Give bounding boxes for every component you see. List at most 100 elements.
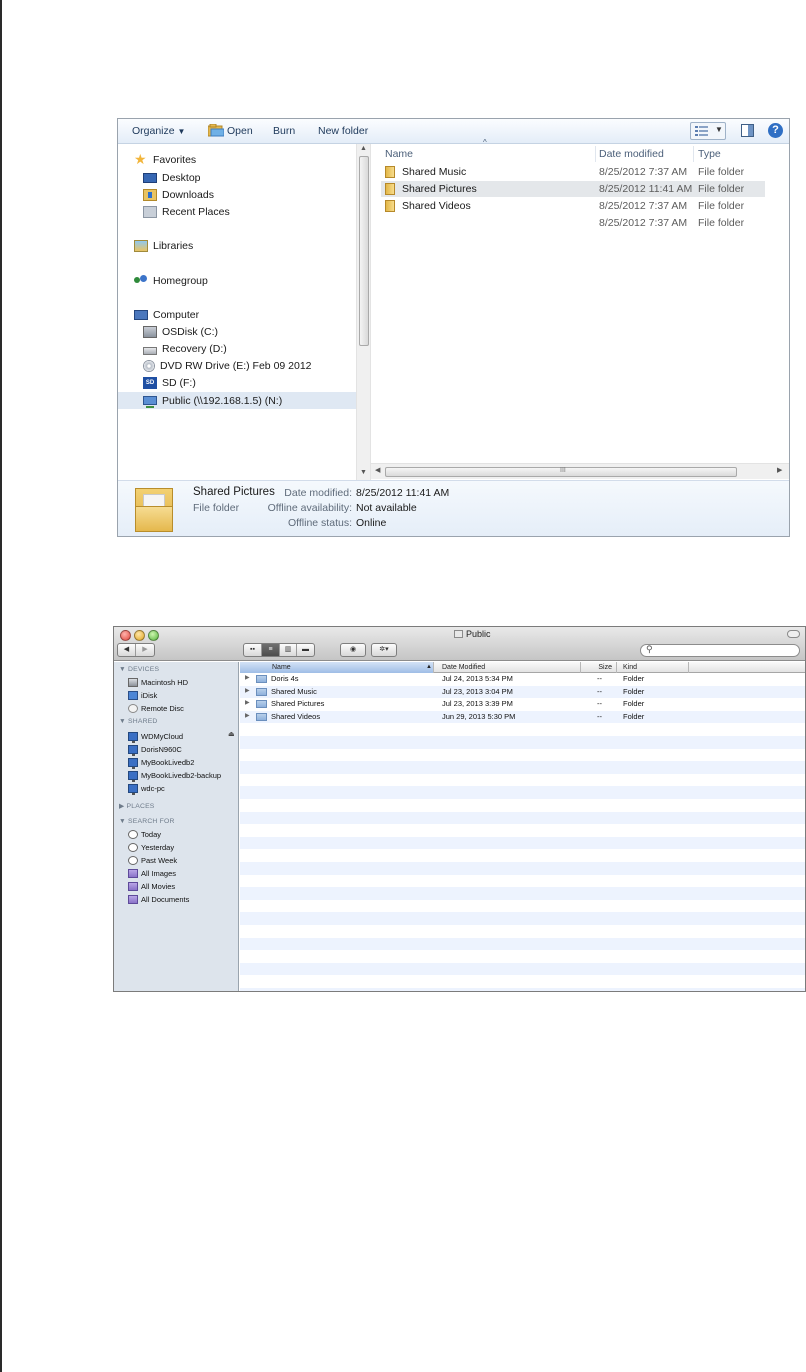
toolbar-toggle-icon[interactable] <box>787 630 800 638</box>
column-separator[interactable] <box>693 146 694 162</box>
list-view-icon[interactable]: ≡ <box>262 644 280 656</box>
sidebar-item-dorisn960c[interactable]: DorisN960C <box>128 743 182 756</box>
nav-favorites[interactable]: Favorites <box>134 151 196 168</box>
column-date-header[interactable]: Date Modified <box>434 662 581 673</box>
organize-menu[interactable]: Organize ▼ <box>132 125 185 137</box>
file-row[interactable]: Shared Videos 8/25/2012 7:37 AM File fol… <box>381 198 765 214</box>
disclosure-triangle-icon[interactable]: ▶ <box>245 687 250 694</box>
column-date-header[interactable]: Date modified <box>599 148 664 160</box>
nav-homegroup[interactable]: Homegroup <box>134 273 208 289</box>
nav-drive-d[interactable]: Recovery (D:) <box>143 341 227 357</box>
sidebar-heading-devices[interactable]: ▼ DEVICES <box>119 666 159 673</box>
folder-icon <box>256 700 267 708</box>
help-icon[interactable]: ? <box>768 123 783 138</box>
table-row[interactable]: ▶ Doris 4s Jul 24, 2013 5:34 PM -- Folde… <box>240 673 805 685</box>
disclosure-triangle-icon[interactable]: ▶ <box>245 674 250 681</box>
zoom-icon[interactable] <box>148 630 159 641</box>
file-row[interactable]: Shared Music 8/25/2012 7:37 AM File fold… <box>381 164 765 180</box>
burn-button[interactable]: Burn <box>273 125 295 137</box>
sidebar-heading-search-for[interactable]: ▼ SEARCH FOR <box>119 818 175 825</box>
chevron-down-icon: ▼ <box>177 127 186 136</box>
column-size-header[interactable]: Size <box>581 662 617 673</box>
sidebar-item-mybooklivedb2-backup[interactable]: MyBookLivedb2-backup <box>128 769 221 782</box>
quick-look-button[interactable]: ◉ <box>340 643 366 657</box>
nav-libraries[interactable]: Libraries <box>134 238 193 254</box>
eject-icon[interactable]: ⏏ <box>228 730 235 738</box>
scroll-down-icon[interactable]: ▼ <box>360 469 367 476</box>
preview-pane-icon[interactable] <box>741 124 754 137</box>
window-title-text: Public <box>466 629 491 639</box>
file-row[interactable]: Shared Pictures 8/25/2012 11:41 AM File … <box>381 181 765 197</box>
details-status-label: Offline status: <box>287 517 352 529</box>
column-separator[interactable] <box>595 146 596 162</box>
sidebar-item-all-documents[interactable]: All Documents <box>128 893 189 905</box>
nav-drive-label: Public (\\192.168.1.5) (N:) <box>162 394 283 407</box>
finder-title-bar: Public ◀ ▶ ▪▪ ≡ ▥ ▬ ◉ ✲▾ ⚲ <box>114 627 805 661</box>
sidebar-item-all-movies[interactable]: All Movies <box>128 880 175 892</box>
nav-downloads[interactable]: Downloads <box>143 187 214 203</box>
list-stripe <box>240 723 805 736</box>
network-computer-icon <box>128 744 138 756</box>
open-button[interactable]: Open <box>208 124 253 137</box>
table-row[interactable]: ▶ Shared Pictures Jul 23, 2013 3:39 PM -… <box>240 698 805 710</box>
nav-scrollbar[interactable]: ▲ ▼ <box>356 144 371 480</box>
disclosure-triangle-icon[interactable]: ▶ <box>245 712 250 719</box>
downloads-icon <box>143 189 157 201</box>
sidebar-heading-shared[interactable]: ▼ SHARED <box>119 718 158 725</box>
nav-drive-e[interactable]: DVD RW Drive (E:) Feb 09 2012 <box>143 358 312 374</box>
minimize-icon[interactable] <box>134 630 145 641</box>
nav-drive-label: Recovery (D:) <box>162 343 227 355</box>
file-date: 8/25/2012 7:37 AM <box>599 217 688 229</box>
sidebar-item-remote-disc[interactable]: Remote Disc <box>128 702 184 714</box>
change-view-button[interactable]: ▼ <box>690 122 726 140</box>
column-view-icon[interactable]: ▥ <box>280 644 297 656</box>
nav-scroll-thumb[interactable] <box>359 156 369 346</box>
row-date: Jul 23, 2013 3:04 PM <box>442 686 513 696</box>
horizontal-scroll-thumb[interactable]: III <box>385 467 737 477</box>
details-date-label: Date modified: <box>284 487 352 499</box>
column-type-header[interactable]: Type <box>698 148 721 160</box>
sidebar-item-all-images[interactable]: All Images <box>128 867 176 879</box>
nav-drive-f[interactable]: SD SD (F:) <box>143 375 196 391</box>
table-row[interactable]: ▶ Shared Videos Jun 29, 2013 5:30 PM -- … <box>240 711 805 723</box>
sidebar-item-mybooklivedb2[interactable]: MyBookLivedb2 <box>128 756 194 769</box>
column-kind-header[interactable]: Kind <box>617 662 689 673</box>
sidebar-item-yesterday[interactable]: Yesterday <box>128 841 174 853</box>
sidebar-item-today[interactable]: Today <box>128 828 161 840</box>
table-row[interactable]: ▶ Shared Music Jul 23, 2013 3:04 PM -- F… <box>240 686 805 698</box>
scroll-right-icon[interactable]: ▶ <box>777 466 782 474</box>
scroll-up-icon[interactable]: ▲ <box>360 145 367 152</box>
sidebar-item-wdmycloud[interactable]: WDMyCloud ⏏ <box>128 730 236 743</box>
action-menu-button[interactable]: ✲▾ <box>371 643 397 657</box>
nav-drive-n[interactable]: Public (\\192.168.1.5) (N:) <box>118 392 356 409</box>
sidebar-item-idisk[interactable]: iDisk <box>128 689 157 701</box>
nav-recent-places[interactable]: Recent Places <box>143 204 230 220</box>
cover-flow-icon[interactable]: ▬ <box>297 644 314 656</box>
nav-computer[interactable]: Computer <box>134 307 199 323</box>
details-pane: Shared Pictures File folder Date modifie… <box>118 480 789 536</box>
file-row[interactable]: 8/25/2012 7:37 AM File folder <box>381 215 765 231</box>
forward-arrow-icon[interactable]: ▶ <box>136 644 154 656</box>
nav-drive-c[interactable]: OSDisk (C:) <box>143 324 218 340</box>
sidebar-heading-places[interactable]: ▶ PLACES <box>119 802 155 810</box>
sidebar-item-label: Past Week <box>141 855 178 865</box>
search-field[interactable]: ⚲ <box>640 644 800 657</box>
file-name: Shared Pictures <box>402 183 477 195</box>
nav-desktop[interactable]: Desktop <box>143 170 201 186</box>
row-kind: Folder <box>623 699 645 708</box>
sidebar-item-past-week[interactable]: Past Week <box>128 854 177 866</box>
disclosure-triangle-icon[interactable]: ▶ <box>245 699 250 706</box>
back-arrow-icon[interactable]: ◀ <box>118 644 136 656</box>
icon-view-icon[interactable]: ▪▪ <box>244 644 262 656</box>
horizontal-scrollbar[interactable]: ◀ III ▶ <box>371 463 789 479</box>
close-icon[interactable] <box>120 630 131 641</box>
sidebar-item-label: wdc-pc <box>141 783 165 793</box>
sidebar-item-macintosh-hd[interactable]: Macintosh HD <box>128 676 188 688</box>
row-size: -- <box>597 699 602 708</box>
finder-file-list: Name ▲ Date Modified Size Kind ▶ Doris 4s… <box>240 662 805 991</box>
sidebar-item-wdc-pc[interactable]: wdc-pc <box>128 782 165 795</box>
scroll-left-icon[interactable]: ◀ <box>375 466 380 474</box>
new-folder-button[interactable]: New folder <box>318 125 368 137</box>
column-name-header[interactable]: Name ▲ <box>240 662 434 673</box>
column-name-header[interactable]: Name <box>385 148 413 160</box>
